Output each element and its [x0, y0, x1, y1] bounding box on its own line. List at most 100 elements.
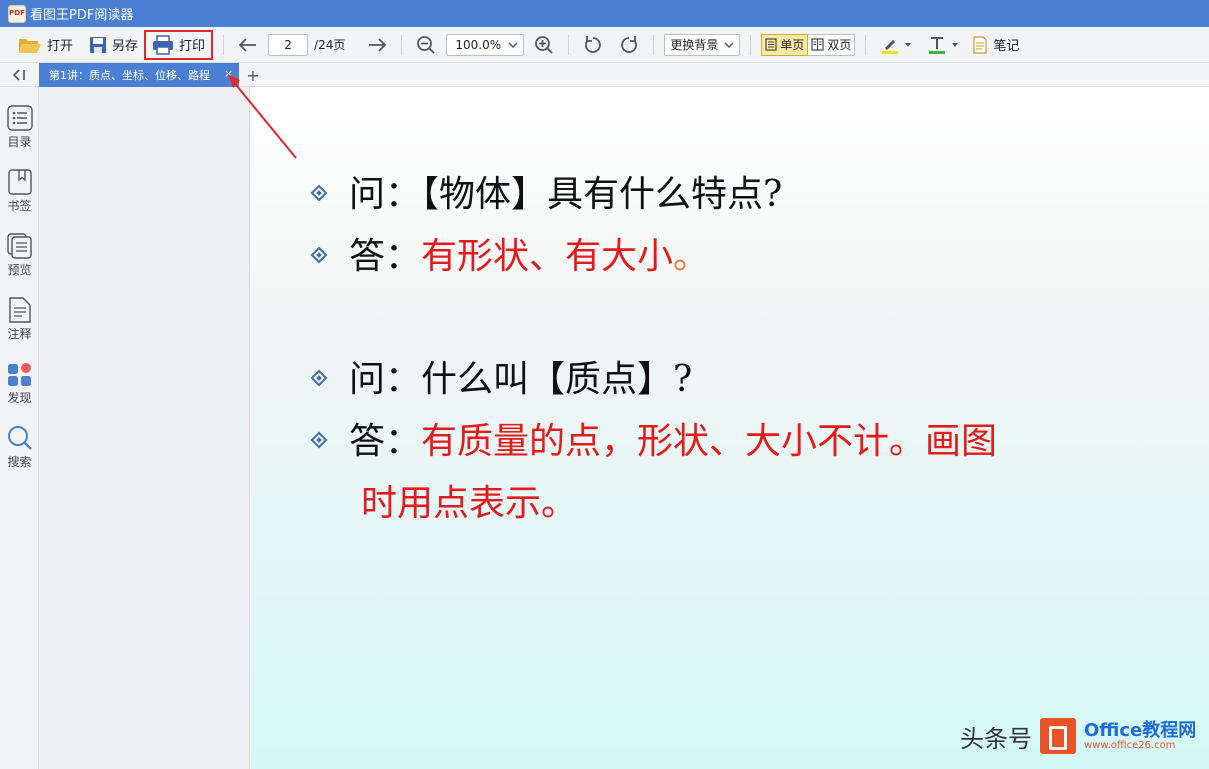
bullet-diamond-icon [310, 431, 328, 449]
document-page[interactable]: 问：【物体】具有什么特点? 答：有形状、有大小。 问：什么叫【质点】? 答：有质… [251, 87, 1209, 769]
print-label: 打印 [179, 39, 206, 54]
double-page-label: 双页 [827, 38, 852, 52]
answer-1-text: 有形状、有大小 [421, 236, 674, 277]
question-1: 问：【物体】具有什么特点? [349, 174, 783, 215]
app-logo-icon: PDF [8, 4, 26, 23]
answer-1: 答：有形状、有大小。 [349, 227, 709, 279]
answer-2-text: 有质量的点，形状、大小不计。画图 [421, 421, 998, 462]
zoom-select[interactable]: 100.0% [446, 33, 525, 56]
rail-annotation-label: 注释 [7, 327, 32, 341]
text-color-button[interactable] [923, 31, 962, 59]
background-label: 更换背景 [670, 38, 719, 52]
notes-button[interactable]: 笔记 [968, 31, 1023, 59]
save-icon [89, 36, 107, 54]
change-background-select[interactable]: 更换背景 [664, 33, 741, 56]
save-as-label: 另存 [112, 39, 139, 54]
double-page-icon [811, 38, 825, 51]
text-tool-icon [927, 35, 947, 55]
rail-discover[interactable]: 发现 [0, 361, 39, 417]
caret-down-icon [952, 42, 959, 47]
rail-discover-label: 发现 [7, 391, 32, 405]
page-number-input[interactable]: 2 [268, 33, 309, 56]
chevron-down-icon [724, 42, 734, 48]
next-page-button[interactable] [363, 31, 391, 59]
prev-page-button[interactable] [234, 31, 262, 59]
folder-icon [18, 35, 42, 55]
printer-icon [152, 34, 174, 55]
arrow-right-icon [367, 37, 387, 53]
rail-toc[interactable]: 目录 [0, 105, 39, 161]
preview-pages-icon [6, 233, 33, 259]
bullet-diamond-icon [310, 184, 328, 202]
collapse-sidebar-button[interactable] [0, 63, 38, 87]
title-bar: PDF 看图王PDF阅读器 [0, 0, 1209, 27]
arrow-left-icon [238, 37, 258, 53]
left-rail: 目录 书签 预览 注释 发现 搜索 [0, 87, 39, 769]
close-tab-icon[interactable]: × [224, 68, 234, 79]
zoom-out-icon [416, 35, 436, 55]
highlight-button[interactable] [876, 31, 915, 59]
single-page-button[interactable]: 单页 [761, 33, 809, 56]
page-total: /24页 [314, 38, 346, 52]
open-button[interactable]: 打开 [14, 31, 77, 59]
rail-bookmark-label: 书签 [7, 199, 32, 213]
zoom-out-button[interactable] [412, 31, 440, 59]
watermark: 头条号 Office教程网 www.office26.com [960, 718, 1196, 754]
toolbar-divider [865, 34, 867, 55]
answer-2-prefix: 答： [349, 421, 422, 462]
annotation-doc-icon [7, 297, 33, 323]
single-page-icon [765, 38, 777, 51]
rail-search[interactable]: 搜索 [0, 425, 39, 481]
toolbar: 打开 另存 打印 2 /24页 100.0% 更换背景 单页 双页 笔记 [0, 27, 1209, 63]
caret-down-icon [905, 42, 912, 47]
rail-bookmark[interactable]: 书签 [0, 169, 39, 225]
rail-search-label: 搜索 [7, 455, 32, 469]
rotate-right-icon [619, 35, 639, 55]
bookmark-icon [7, 169, 33, 195]
zoom-in-button[interactable] [530, 31, 558, 59]
watermark-site: Office教程网 [1084, 719, 1197, 741]
print-button[interactable]: 打印 [144, 29, 214, 60]
double-page-button[interactable]: 双页 [808, 33, 856, 56]
zoom-value: 100.0% [455, 37, 502, 52]
toolbar-divider [568, 34, 570, 55]
answer-2: 答：有质量的点，形状、大小不计。画图 [349, 412, 997, 464]
rail-toc-label: 目录 [7, 135, 32, 149]
side-panel [39, 87, 250, 769]
search-icon [7, 425, 33, 451]
chevron-down-icon [508, 42, 518, 48]
window-title: 看图王PDF阅读器 [30, 8, 134, 23]
tab-bar: 第1讲：质点、坐标、位移、路程 × + [0, 63, 1209, 87]
save-as-button[interactable]: 另存 [85, 31, 142, 59]
answer-1-prefix: 答： [349, 236, 422, 277]
toolbar-divider [223, 34, 225, 55]
notes-label: 笔记 [993, 39, 1020, 54]
question-2: 问：什么叫【质点】? [349, 359, 693, 400]
open-label: 打开 [47, 39, 74, 54]
rotate-left-button[interactable] [579, 31, 607, 59]
apps-grid-icon [7, 361, 33, 387]
rail-preview-label: 预览 [7, 263, 32, 277]
highlighter-icon [880, 35, 900, 55]
bullet-diamond-icon [310, 246, 328, 264]
note-icon [972, 35, 988, 54]
tab-document-title: 第1讲：质点、坐标、位移、路程 [49, 69, 210, 82]
answer-2-continued: 时用点表示。 [361, 483, 578, 524]
add-tab-button[interactable]: + [244, 63, 262, 87]
rail-preview[interactable]: 预览 [0, 233, 39, 289]
single-page-label: 单页 [780, 38, 805, 52]
rotate-left-icon [583, 35, 603, 55]
toolbar-divider [750, 34, 752, 55]
toolbar-divider [401, 34, 403, 55]
rotate-right-button[interactable] [615, 31, 643, 59]
bullet-diamond-icon [310, 369, 328, 387]
answer-1-end: 。 [673, 236, 710, 277]
rail-annotation[interactable]: 注释 [0, 297, 39, 353]
zoom-in-icon [534, 35, 554, 55]
list-icon [6, 105, 33, 131]
collapse-left-icon [12, 69, 26, 81]
tab-document[interactable]: 第1讲：质点、坐标、位移、路程 [39, 63, 239, 87]
toolbar-divider [653, 34, 655, 55]
office-logo-icon [1040, 718, 1076, 754]
watermark-source: 头条号 [960, 724, 1032, 753]
